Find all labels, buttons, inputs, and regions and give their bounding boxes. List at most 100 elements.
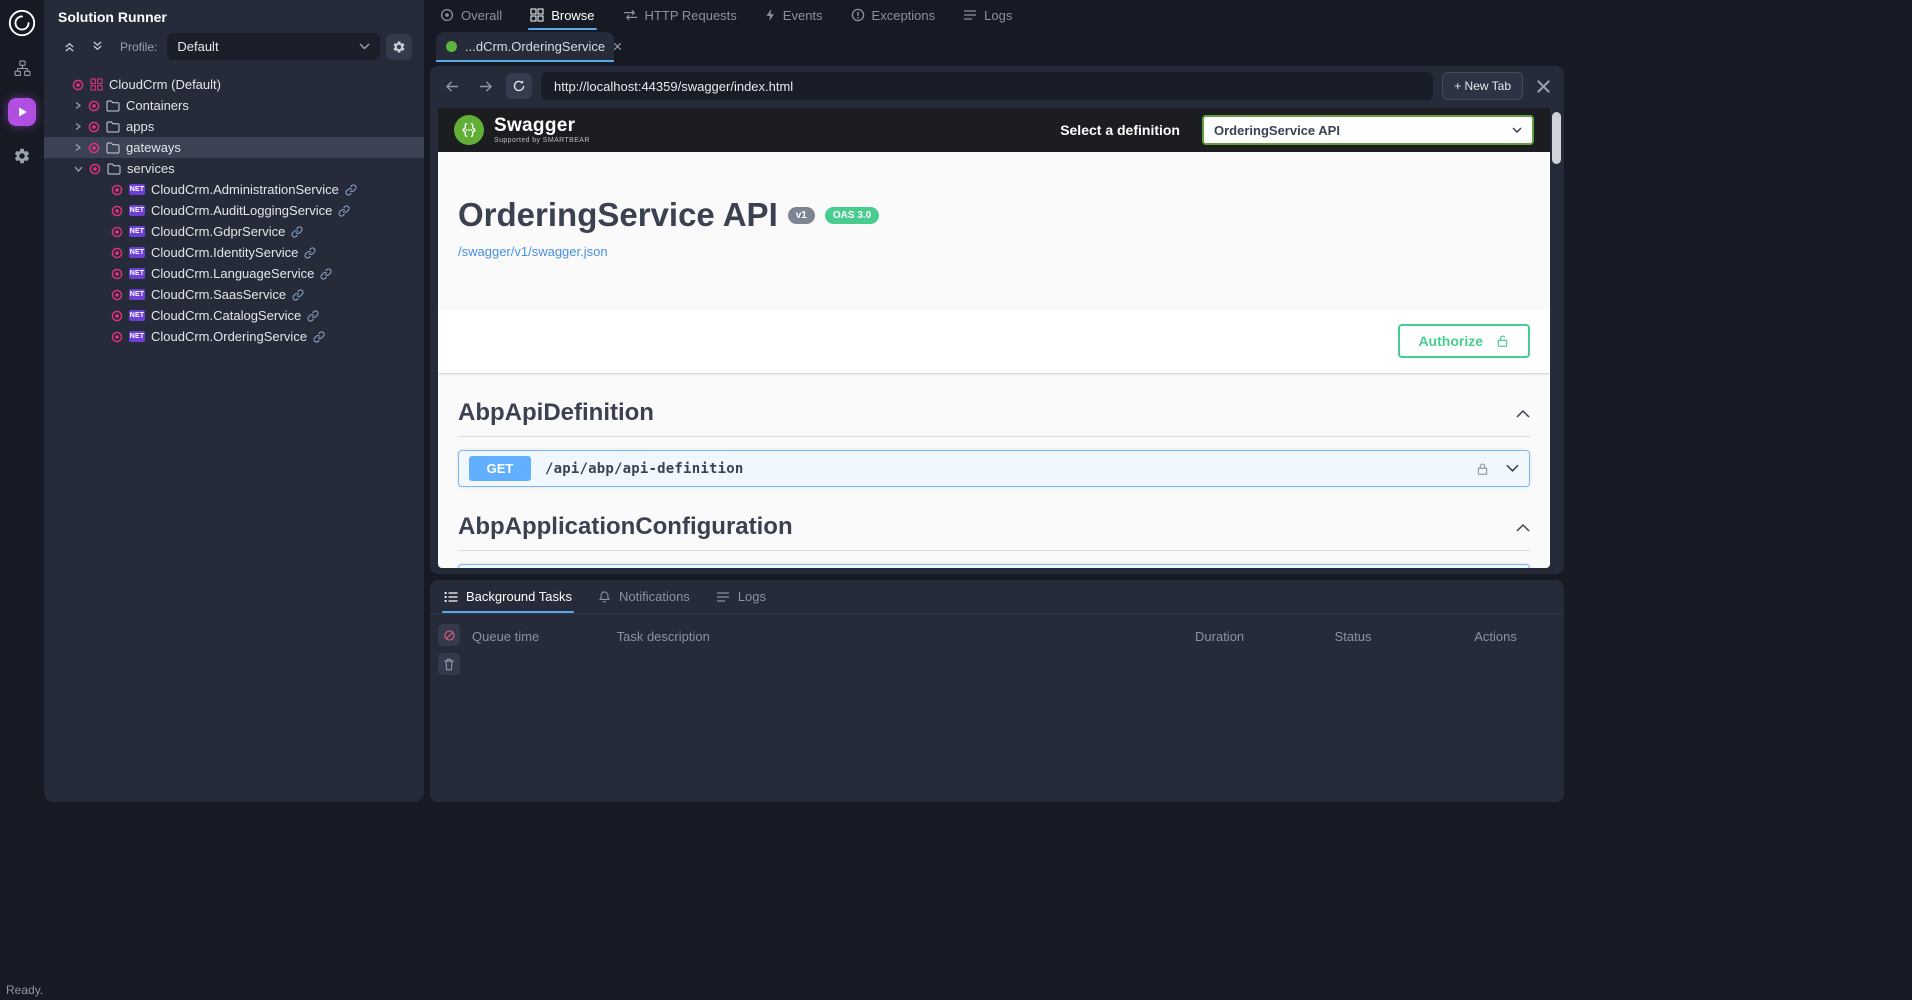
oas-badge: OAS 3.0 bbox=[825, 207, 879, 224]
forward-icon[interactable] bbox=[473, 74, 497, 98]
solution-explorer-icon[interactable] bbox=[8, 54, 36, 82]
tab-notifications[interactable]: Notifications bbox=[598, 580, 690, 613]
tree-item-containers[interactable]: Containers bbox=[44, 95, 424, 116]
section-abp-api-definition[interactable]: AbpApiDefinition bbox=[458, 399, 1530, 437]
swagger-topbar: Swagger Supported by SMARTBEAR Select a … bbox=[438, 108, 1550, 152]
url-input[interactable]: http://localhost:44359/swagger/index.htm… bbox=[541, 72, 1433, 100]
definition-select[interactable]: OrderingService API bbox=[1202, 115, 1534, 145]
sidebar-toolbar: Profile: Default bbox=[44, 27, 424, 68]
browse-icon bbox=[530, 8, 544, 22]
tree-item-solution[interactable]: CloudCrm (Default) bbox=[44, 74, 424, 95]
authorize-label: Authorize bbox=[1418, 333, 1483, 349]
link-icon bbox=[345, 184, 357, 196]
tab-overall[interactable]: Overall bbox=[440, 0, 502, 30]
devtools-icon[interactable] bbox=[1532, 75, 1554, 97]
scrollbar-thumb[interactable] bbox=[1552, 112, 1561, 164]
solution-runner-panel: Solution Runner Profile: Default bbox=[44, 0, 424, 802]
cancel-tasks-icon[interactable] bbox=[438, 624, 460, 646]
tab-exceptions[interactable]: Exceptions bbox=[851, 0, 936, 30]
tree-item-service[interactable]: NET CloudCrm.SaasService bbox=[44, 284, 424, 305]
tree-item-label: CloudCrm.AuditLoggingService bbox=[151, 203, 332, 218]
status-ring-icon bbox=[72, 79, 84, 91]
tree-item-services[interactable]: services bbox=[44, 158, 424, 179]
status-ring-icon bbox=[88, 142, 100, 154]
tab-label: Notifications bbox=[619, 589, 690, 604]
link-icon bbox=[307, 310, 319, 322]
chevron-right-icon bbox=[74, 122, 82, 131]
tree-item-label: CloudCrm.AdministrationService bbox=[151, 182, 339, 197]
tree-item-label: Containers bbox=[126, 98, 189, 113]
operation-row[interactable]: GET /api/abp/application-configuration bbox=[458, 564, 1530, 568]
tree-item-service[interactable]: NET CloudCrm.IdentityService bbox=[44, 242, 424, 263]
lock-icon[interactable] bbox=[1475, 461, 1490, 477]
tree-item-apps[interactable]: apps bbox=[44, 116, 424, 137]
chevron-down-icon[interactable] bbox=[1506, 464, 1519, 473]
expand-all-icon[interactable] bbox=[86, 36, 108, 58]
tree-item-service[interactable]: NET CloudCrm.OrderingService bbox=[44, 326, 424, 347]
logs-icon bbox=[963, 9, 977, 21]
tab-background-tasks[interactable]: Background Tasks bbox=[444, 580, 572, 613]
dotnet-badge: NET bbox=[129, 310, 145, 321]
tree-item-service[interactable]: NET CloudCrm.CatalogService bbox=[44, 305, 424, 326]
link-icon bbox=[338, 205, 350, 217]
folder-icon bbox=[106, 142, 120, 154]
trash-icon[interactable] bbox=[438, 653, 460, 675]
settings-icon[interactable] bbox=[8, 142, 36, 170]
tab-bottom-logs[interactable]: Logs bbox=[716, 580, 766, 613]
chevron-up-icon bbox=[1516, 409, 1530, 418]
status-ring-icon bbox=[88, 121, 100, 133]
browser-tab[interactable]: ...dCrm.OrderingService bbox=[436, 32, 614, 62]
new-tab-label: + New Tab bbox=[1454, 79, 1511, 93]
solution-grid-icon bbox=[90, 78, 103, 91]
tree-item-service[interactable]: NET CloudCrm.LanguageService bbox=[44, 263, 424, 284]
tree-item-label: services bbox=[127, 161, 175, 176]
tab-label: Events bbox=[783, 8, 823, 23]
tree-item-service[interactable]: NET CloudCrm.GdprService bbox=[44, 221, 424, 242]
swagger-wordmark: Swagger Supported by SMARTBEAR bbox=[494, 116, 590, 144]
collapse-all-icon[interactable] bbox=[58, 36, 80, 58]
link-icon bbox=[313, 331, 325, 343]
swagger-brand: Swagger bbox=[494, 116, 590, 135]
activity-bar bbox=[0, 0, 44, 1000]
folder-icon bbox=[106, 121, 120, 133]
status-ring-icon bbox=[111, 289, 123, 301]
tree-item-label: CloudCrm.SaasService bbox=[151, 287, 286, 302]
solution-runner-icon[interactable] bbox=[8, 98, 36, 126]
profile-select[interactable]: Default bbox=[167, 33, 380, 60]
new-tab-button[interactable]: + New Tab bbox=[1442, 72, 1523, 100]
tab-logs[interactable]: Logs bbox=[963, 0, 1012, 30]
folder-icon bbox=[107, 163, 121, 175]
tab-http-requests[interactable]: HTTP Requests bbox=[623, 0, 737, 30]
status-ring-icon bbox=[111, 205, 123, 217]
browser-toolbar: http://localhost:44359/swagger/index.htm… bbox=[430, 66, 1564, 106]
api-title: OrderingService API bbox=[458, 196, 778, 234]
tree-item-service[interactable]: NET CloudCrm.AuditLoggingService bbox=[44, 200, 424, 221]
scrollbar-track[interactable] bbox=[1552, 110, 1561, 566]
column-queue-time: Queue time bbox=[472, 629, 617, 644]
profile-settings-button[interactable] bbox=[386, 34, 412, 60]
tree-item-gateways[interactable]: gateways bbox=[44, 137, 424, 158]
section-abp-application-configuration[interactable]: AbpApplicationConfiguration bbox=[458, 513, 1530, 551]
refresh-icon[interactable] bbox=[506, 73, 532, 99]
tree-item-label: gateways bbox=[126, 140, 181, 155]
overall-icon bbox=[440, 8, 454, 22]
close-icon[interactable] bbox=[613, 42, 622, 51]
http-requests-icon bbox=[623, 9, 638, 21]
url-text: http://localhost:44359/swagger/index.htm… bbox=[554, 79, 793, 94]
tab-label: Logs bbox=[738, 589, 766, 604]
back-icon[interactable] bbox=[440, 74, 464, 98]
solution-tree: CloudCrm (Default) Containers apps gatew… bbox=[44, 68, 424, 347]
chevron-right-icon bbox=[74, 101, 82, 110]
section-title: AbpApplicationConfiguration bbox=[458, 513, 793, 541]
spec-link[interactable]: /swagger/v1/swagger.json bbox=[458, 244, 608, 259]
tree-item-label: CloudCrm.IdentityService bbox=[151, 245, 298, 260]
swagger-ui: Swagger Supported by SMARTBEAR Select a … bbox=[438, 108, 1550, 568]
tree-item-service[interactable]: NET CloudCrm.AdministrationService bbox=[44, 179, 424, 200]
app-logo-icon bbox=[7, 8, 37, 38]
operation-row[interactable]: GET /api/abp/api-definition bbox=[458, 450, 1530, 487]
authorize-button[interactable]: Authorize bbox=[1398, 324, 1530, 358]
dotnet-badge: NET bbox=[129, 268, 145, 279]
tab-browse[interactable]: Browse bbox=[530, 0, 594, 30]
tab-events[interactable]: Events bbox=[765, 0, 823, 30]
tab-label: Background Tasks bbox=[466, 589, 572, 604]
